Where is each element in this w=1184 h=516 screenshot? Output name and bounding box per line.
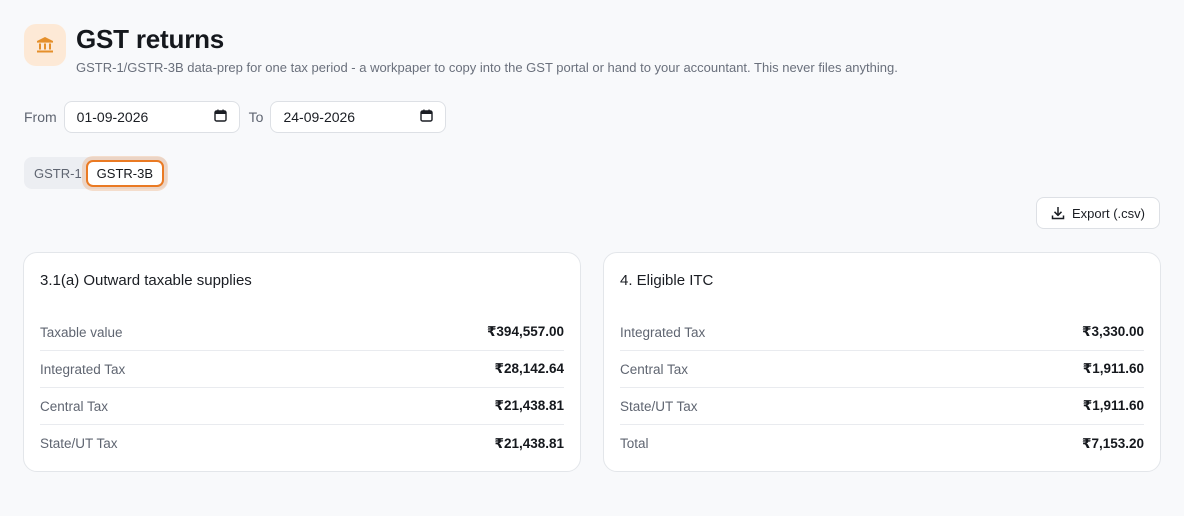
row-label: Central Tax [620, 361, 689, 377]
table-row: State/UT Tax ₹21,438.81 [40, 425, 564, 462]
row-value: ₹28,142.64 [494, 361, 564, 376]
row-value: ₹7,153.20 [1082, 435, 1144, 451]
to-date-input[interactable]: 24-09-2026 [270, 101, 447, 133]
row-label: Integrated Tax [40, 361, 126, 377]
row-label: State/UT Tax [620, 398, 698, 414]
card-title: 4. Eligible ITC [620, 272, 714, 289]
from-label: From [24, 109, 57, 125]
row-value: ₹1,911.60 [1082, 398, 1144, 413]
table-row: Central Tax ₹21,438.81 [40, 388, 564, 425]
table-row: State/UT Tax ₹1,911.60 [620, 388, 1144, 425]
card-title: 3.1(a) Outward taxable supplies [40, 272, 252, 289]
tab-gstr-1[interactable]: GSTR-1 [34, 166, 82, 181]
to-date-value: 24-09-2026 [283, 109, 356, 125]
table-row: Total ₹7,153.20 [620, 425, 1144, 462]
date-range: From 01-09-2026 To 24-09-2026 [24, 101, 447, 133]
row-label: Total [620, 436, 649, 451]
bank-icon [24, 24, 66, 66]
export-label: Export (.csv) [1072, 205, 1145, 221]
row-value: ₹21,438.81 [494, 398, 564, 413]
row-value: ₹3,330.00 [1082, 324, 1144, 339]
row-value: ₹394,557.00 [487, 324, 564, 339]
tab-gstr-3b[interactable]: GSTR-3B [85, 159, 165, 187]
page-title: GST returns [76, 24, 225, 54]
row-label: Central Tax [40, 398, 109, 414]
from-date-value: 01-09-2026 [76, 109, 149, 125]
row-value: ₹1,911.60 [1082, 361, 1144, 376]
row-label: Integrated Tax [620, 324, 706, 340]
row-label: Taxable value [40, 324, 123, 340]
from-date-input[interactable]: 01-09-2026 [63, 101, 240, 133]
outward-supplies-card: 3.1(a) Outward taxable supplies Taxable … [23, 252, 581, 472]
page-subtitle: GSTR-1/GSTR-3B data-prep for one tax per… [76, 60, 898, 75]
download-icon [1051, 207, 1065, 220]
calendar-icon[interactable] [213, 109, 227, 125]
calendar-icon[interactable] [420, 109, 434, 125]
table-row: Integrated Tax ₹3,330.00 [620, 314, 1144, 351]
page-header: GST returns GSTR-1/GSTR-3B data-prep for… [24, 24, 898, 77]
row-label: State/UT Tax [40, 436, 118, 451]
export-csv-button[interactable]: Export (.csv) [1036, 197, 1160, 229]
eligible-itc-card: 4. Eligible ITC Integrated Tax ₹3,330.00… [603, 252, 1161, 472]
to-label: To [248, 109, 264, 125]
return-type-tabs: GSTR-1 GSTR-3B [24, 157, 168, 189]
table-row: Taxable value ₹394,557.00 [40, 314, 564, 351]
table-row: Central Tax ₹1,911.60 [620, 351, 1144, 388]
table-row: Integrated Tax ₹28,142.64 [40, 351, 564, 388]
row-value: ₹21,438.81 [494, 435, 564, 451]
